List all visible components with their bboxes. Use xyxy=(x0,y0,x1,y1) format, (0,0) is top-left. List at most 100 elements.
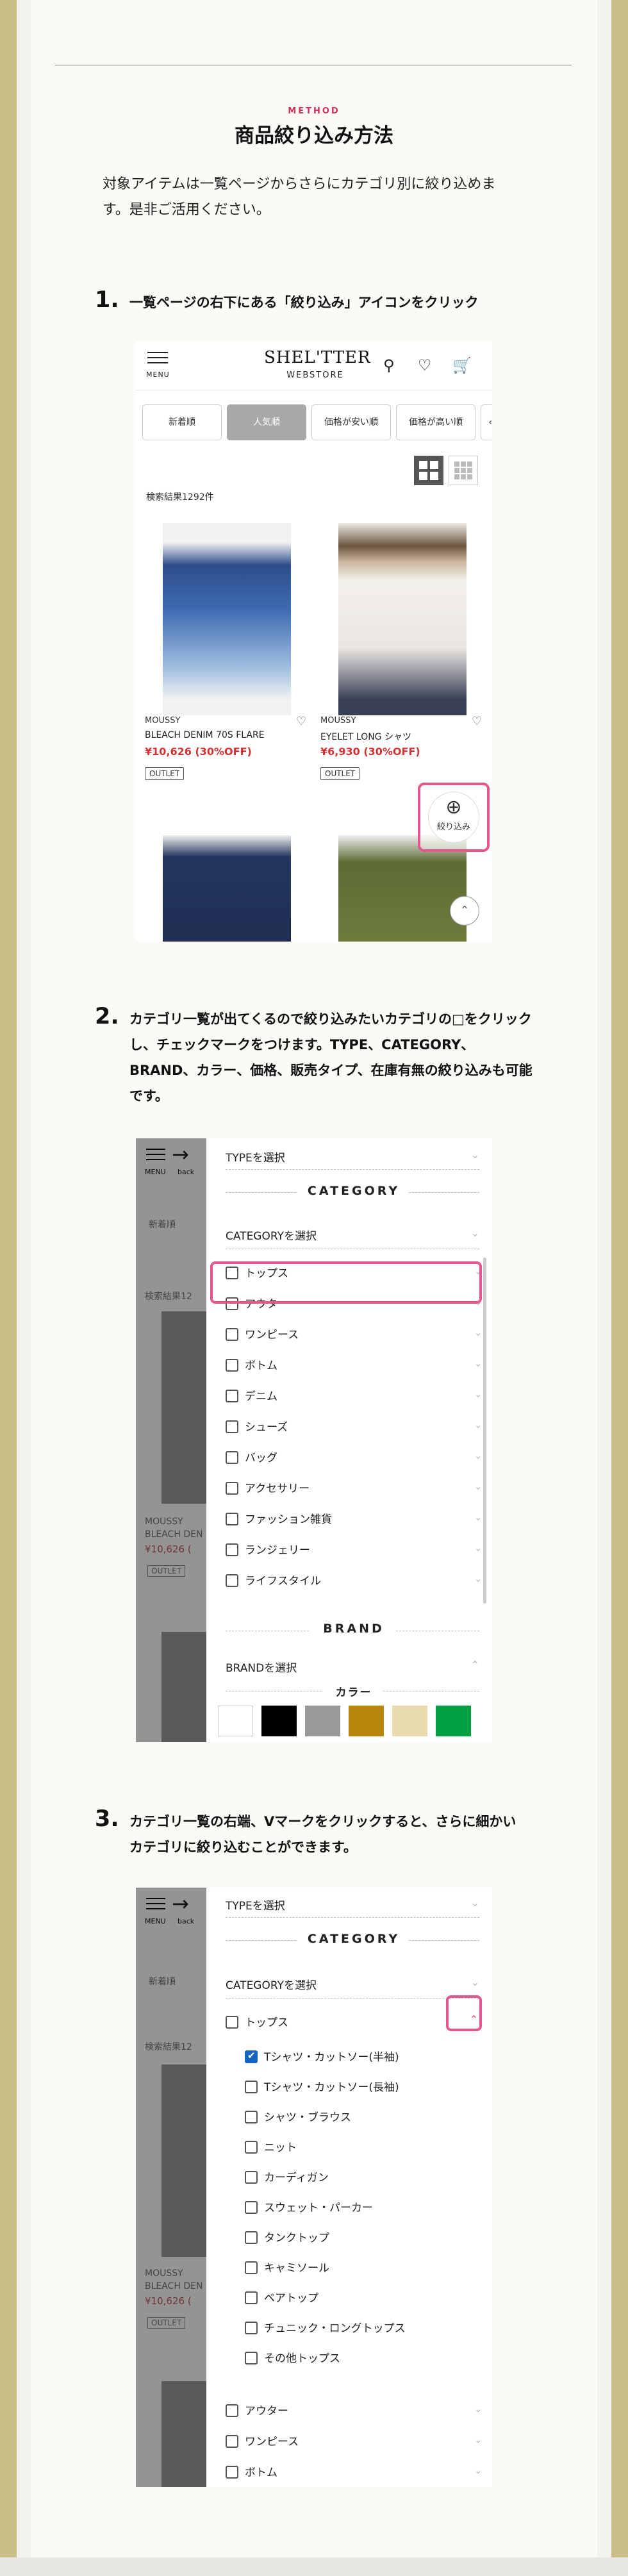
heart-icon[interactable]: ♡ xyxy=(418,357,432,374)
type-select[interactable]: TYPEを選択 xyxy=(226,1149,285,1165)
favorite-icon[interactable]: ♡ xyxy=(296,715,306,728)
checkbox[interactable] xyxy=(245,2291,258,2304)
category-label: アクセサリー xyxy=(245,1483,310,1495)
checkbox[interactable] xyxy=(226,1390,238,1402)
checkbox[interactable] xyxy=(226,1543,238,1556)
divider xyxy=(226,1917,479,1918)
product-brand: MOUSSY xyxy=(145,716,181,726)
checkbox[interactable] xyxy=(226,1420,238,1433)
overlay[interactable] xyxy=(136,1888,206,2487)
product-name[interactable]: EYELET LONG シャツ xyxy=(320,730,411,743)
chevron-down-icon[interactable]: ⌄ xyxy=(474,2464,483,2476)
product-image[interactable] xyxy=(163,835,291,942)
grid-3col-icon[interactable] xyxy=(449,456,478,485)
checkbox[interactable] xyxy=(226,2466,238,2479)
chevron-down-icon[interactable]: ⌄ xyxy=(471,1976,479,1988)
checkbox[interactable] xyxy=(245,2111,258,2123)
filter-drawer: TYPEを選択 ⌄ CATEGORY CATEGORYを選択 ⌄ トップス ⌄ アウ… xyxy=(206,1138,492,1742)
color-swatch[interactable] xyxy=(392,1706,427,1736)
screenshot-category-drawer: MENU 新着順 検索結果12 MOUSSY BLEACH DEN ¥10,62… xyxy=(136,1138,492,1742)
checkbox[interactable] xyxy=(245,2261,258,2274)
checkbox[interactable] xyxy=(245,2171,258,2184)
category-heading: CATEGORY xyxy=(307,1184,401,1198)
right-frame xyxy=(611,0,628,2576)
product-image[interactable] xyxy=(338,523,467,715)
tab-price-low[interactable]: 価格が安い順 xyxy=(311,404,391,440)
chevron-down-icon[interactable]: ⌄ xyxy=(474,1358,483,1369)
color-heading: カラー xyxy=(335,1686,372,1699)
filter-button[interactable]: ⊕ 絞り込み xyxy=(428,792,479,843)
chevron-down-icon[interactable]: ⌄ xyxy=(474,1542,483,1554)
chevron-down-icon[interactable]: ⌄ xyxy=(474,1388,483,1400)
category-select[interactable]: CATEGORYを選択 xyxy=(226,1976,317,1992)
color-swatch[interactable] xyxy=(305,1706,340,1736)
category-heading: CATEGORY xyxy=(307,1932,401,1946)
chevron-down-icon[interactable]: ⌄ xyxy=(474,1450,483,1461)
checkbox[interactable] xyxy=(245,2081,258,2093)
zoom-in-icon: ⊕ xyxy=(445,796,462,819)
site-logo[interactable]: SHEL'TTER xyxy=(264,348,370,367)
favorite-icon[interactable]: ♡ xyxy=(472,715,482,728)
subcategory-label: ベアトップ xyxy=(264,2292,318,2305)
filter-button-highlight: ⊕ 絞り込み xyxy=(418,783,490,852)
left-frame xyxy=(0,0,17,2576)
tab-price-high[interactable]: 価格が高い順 xyxy=(396,404,475,440)
overlay[interactable] xyxy=(136,1138,206,1742)
chevron-down-icon[interactable]: ⌄ xyxy=(474,1573,483,1584)
step-2-number: 2. xyxy=(95,1004,119,1029)
scrollbar[interactable] xyxy=(483,1258,486,1604)
back-arrow-icon[interactable]: → xyxy=(172,1142,189,1167)
chevron-up-icon[interactable]: ⌃ xyxy=(450,896,479,926)
chevron-down-icon[interactable]: ⌄ xyxy=(474,1481,483,1492)
tab-more[interactable]: ‹ xyxy=(481,404,492,440)
product-price: ¥6,930 (30%OFF) xyxy=(320,745,420,758)
checkbox[interactable] xyxy=(226,1513,238,1525)
checkbox[interactable] xyxy=(226,2435,238,2448)
chevron-down-icon[interactable]: ⌄ xyxy=(474,1327,483,1338)
brand-select[interactable]: BRANDを選択 xyxy=(226,1659,297,1675)
checkbox[interactable] xyxy=(245,2201,258,2214)
color-swatch[interactable] xyxy=(349,1706,384,1736)
chevron-up-icon[interactable]: ⌃ xyxy=(471,1659,479,1671)
checkbox[interactable] xyxy=(226,1359,238,1372)
category-label: アウター xyxy=(245,2405,288,2418)
checkbox[interactable] xyxy=(245,2231,258,2244)
category-select[interactable]: CATEGORYを選択 xyxy=(226,1227,317,1243)
screenshot-list-page: MENU SHEL'TTER WEBSTORE ⚲ ♡ 🛒 新着順 人気順 価格… xyxy=(136,342,492,942)
checkbox[interactable] xyxy=(226,1328,238,1341)
product-image[interactable] xyxy=(163,523,291,715)
intro-text: 対象アイテムは一覧ページからさらにカテゴリ別に絞り込めます。是非ご活用ください。 xyxy=(103,176,496,218)
search-icon[interactable]: ⚲ xyxy=(383,357,395,374)
chevron-down-icon[interactable]: ⌄ xyxy=(474,1511,483,1523)
chevron-down-icon[interactable]: ⌄ xyxy=(474,2403,483,2414)
color-swatch[interactable] xyxy=(436,1706,471,1736)
cart-icon[interactable]: 🛒 xyxy=(452,357,472,374)
checkbox[interactable] xyxy=(245,2141,258,2154)
chevron-down-icon[interactable]: ⌄ xyxy=(471,1227,479,1239)
checkbox[interactable] xyxy=(245,2050,258,2063)
tab-newest[interactable]: 新着順 xyxy=(142,404,222,440)
menu-icon[interactable] xyxy=(147,352,169,367)
checkbox[interactable] xyxy=(245,2352,258,2364)
chevron-down-icon[interactable]: ⌄ xyxy=(474,2434,483,2445)
checkbox[interactable] xyxy=(226,1482,238,1495)
checkbox[interactable] xyxy=(226,2404,238,2417)
color-swatch[interactable] xyxy=(218,1706,253,1736)
back-arrow-icon[interactable]: → xyxy=(172,1891,189,1916)
checkbox[interactable] xyxy=(226,2016,238,2029)
product-name[interactable]: BLEACH DENIM 70S FLARE xyxy=(145,730,265,740)
category-label: シューズ xyxy=(245,1421,288,1434)
color-swatch[interactable] xyxy=(261,1706,297,1736)
chevron-down-icon[interactable]: ⌄ xyxy=(471,1149,479,1161)
type-select[interactable]: TYPEを選択 xyxy=(226,1897,285,1913)
tab-popular[interactable]: 人気順 xyxy=(227,404,306,440)
step-3-text: カテゴリ一覧の右端、Vマークをクリックすると、さらに細かいカテゴリに絞り込むこと… xyxy=(129,1814,516,1855)
checkbox[interactable] xyxy=(226,1574,238,1587)
chevron-down-icon[interactable]: ⌄ xyxy=(471,1897,479,1909)
checkbox[interactable] xyxy=(245,2322,258,2334)
checkbox[interactable] xyxy=(226,1451,238,1464)
subcategory-label: チュニック・ロングトップス xyxy=(264,2322,406,2335)
grid-2col-icon[interactable] xyxy=(414,456,443,485)
result-count: 検索結果1292件 xyxy=(146,492,214,503)
chevron-down-icon[interactable]: ⌄ xyxy=(474,1419,483,1431)
